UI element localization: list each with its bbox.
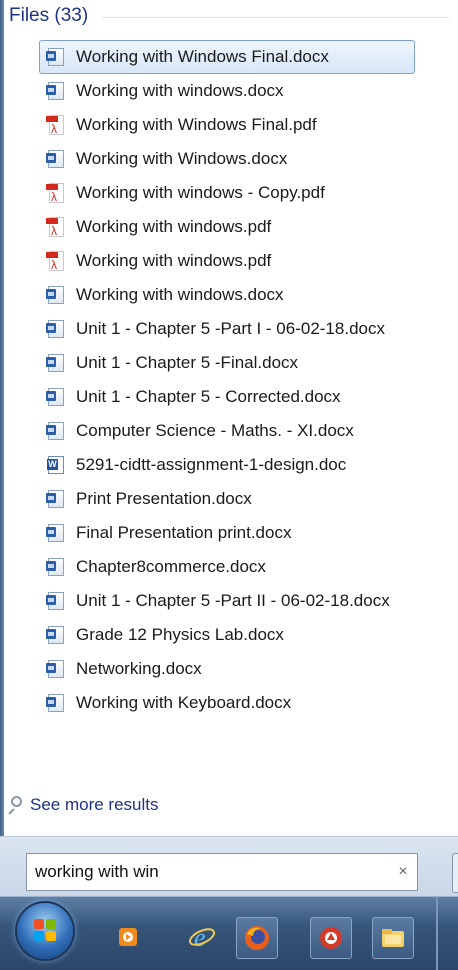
word-docx-file-icon (46, 693, 66, 713)
word-docx-file-icon (46, 387, 66, 407)
group-divider (102, 16, 449, 18)
word-docx-file-icon (46, 591, 66, 611)
result-item[interactable]: λ Working with windows.pdf (40, 244, 458, 278)
pdf-file-icon: λ (46, 183, 66, 203)
see-more-results-link[interactable]: See more results (6, 795, 159, 815)
result-item[interactable]: Unit 1 - Chapter 5 - Corrected.docx (40, 380, 458, 414)
result-label[interactable]: Chapter8commerce.docx (76, 557, 266, 577)
result-item[interactable]: λ Working with windows.pdf (40, 210, 458, 244)
files-group-header[interactable]: Files (33) (9, 2, 449, 30)
result-label[interactable]: 5291-cidtt-assignment-1-design.doc (76, 455, 346, 475)
app-icon (320, 927, 342, 949)
internet-explorer-icon: e (188, 923, 216, 952)
word-docx-file-icon (46, 523, 66, 543)
result-label[interactable]: Grade 12 Physics Lab.docx (76, 625, 284, 645)
result-item[interactable]: Chapter8commerce.docx (40, 550, 458, 584)
result-label[interactable]: Working with Windows.docx (76, 149, 287, 169)
word-docx-file-icon (46, 285, 66, 305)
results-list: Working with Windows Final.docx Working w… (39, 40, 458, 720)
word-docx-file-icon (46, 319, 66, 339)
word-docx-file-icon (46, 81, 66, 101)
result-label[interactable]: Unit 1 - Chapter 5 -Part II - 06-02-18.d… (76, 591, 390, 611)
result-label[interactable]: Networking.docx (76, 659, 202, 679)
files-group-title[interactable]: Files (33) (9, 5, 88, 27)
result-label[interactable]: Unit 1 - Chapter 5 - Corrected.docx (76, 387, 341, 407)
result-label[interactable]: Working with windows.docx (76, 81, 284, 101)
pdf-file-icon: λ (46, 115, 66, 135)
start-button[interactable] (17, 903, 73, 959)
windows-logo-icon (34, 919, 56, 941)
word-docx-file-icon (46, 47, 66, 67)
folder-icon (382, 929, 404, 947)
app-button[interactable] (310, 917, 352, 959)
result-label[interactable]: Working with windows.pdf (76, 251, 271, 271)
result-item[interactable]: λ Working with Windows Final.pdf (40, 108, 458, 142)
taskbar-edge (436, 897, 438, 970)
result-label[interactable]: Working with Windows Final.pdf (76, 115, 317, 135)
word-docx-file-icon (46, 659, 66, 679)
result-label[interactable]: Working with windows.pdf (76, 217, 271, 237)
result-label[interactable]: Working with Windows Final.docx (76, 47, 329, 67)
result-item[interactable]: Working with windows.docx (40, 74, 458, 108)
result-item[interactable]: Final Presentation print.docx (40, 516, 458, 550)
word-docx-file-icon (46, 421, 66, 441)
panel-left-edge (0, 0, 4, 896)
result-item[interactable]: Print Presentation.docx (40, 482, 458, 516)
result-label[interactable]: Working with windows - Copy.pdf (76, 183, 325, 203)
media-player-icon (119, 928, 137, 946)
see-more-results-label[interactable]: See more results (30, 795, 159, 815)
shutdown-button-edge[interactable] (452, 853, 458, 893)
search-area: × (0, 836, 458, 896)
result-item[interactable]: Computer Science - Maths. - XI.docx (40, 414, 458, 448)
result-label[interactable]: Unit 1 - Chapter 5 -Part I - 06-02-18.do… (76, 319, 385, 339)
result-label[interactable]: Print Presentation.docx (76, 489, 252, 509)
start-menu-panel: Files (33) Working with Windows Final.do… (0, 0, 458, 896)
windows-explorer-button[interactable] (372, 917, 414, 959)
word-docx-file-icon (46, 625, 66, 645)
word-doc-file-icon: W (46, 455, 66, 475)
result-item[interactable]: Working with Keyboard.docx (40, 686, 458, 720)
search-box[interactable]: × (26, 853, 418, 891)
pdf-file-icon: λ (46, 217, 66, 237)
result-label[interactable]: Computer Science - Maths. - XI.docx (76, 421, 354, 441)
firefox-icon (245, 926, 269, 950)
search-icon (6, 795, 26, 815)
firefox-button[interactable] (236, 917, 278, 959)
svg-text:e: e (194, 923, 206, 952)
result-item[interactable]: Working with windows.docx (40, 278, 458, 312)
word-docx-file-icon (46, 557, 66, 577)
search-input[interactable] (27, 856, 389, 888)
result-item[interactable]: Working with Windows.docx (40, 142, 458, 176)
result-item[interactable]: W 5291-cidtt-assignment-1-design.doc (40, 448, 458, 482)
result-item[interactable]: Working with Windows Final.docx (39, 40, 415, 74)
result-label[interactable]: Final Presentation print.docx (76, 523, 291, 543)
result-item[interactable]: Unit 1 - Chapter 5 -Part I - 06-02-18.do… (40, 312, 458, 346)
result-label[interactable]: Working with Keyboard.docx (76, 693, 291, 713)
clear-search-button[interactable]: × (389, 863, 417, 881)
word-docx-file-icon (46, 353, 66, 373)
result-item[interactable]: Grade 12 Physics Lab.docx (40, 618, 458, 652)
result-item[interactable]: Unit 1 - Chapter 5 -Final.docx (40, 346, 458, 380)
result-label[interactable]: Unit 1 - Chapter 5 -Final.docx (76, 353, 298, 373)
internet-explorer-button[interactable]: e (182, 917, 222, 957)
pdf-file-icon: λ (46, 251, 66, 271)
taskbar: e (0, 896, 458, 970)
media-player-button[interactable] (108, 917, 148, 957)
result-item[interactable]: Unit 1 - Chapter 5 -Part II - 06-02-18.d… (40, 584, 458, 618)
word-docx-file-icon (46, 489, 66, 509)
word-docx-file-icon (46, 149, 66, 169)
result-item[interactable]: Networking.docx (40, 652, 458, 686)
result-label[interactable]: Working with windows.docx (76, 285, 284, 305)
result-item[interactable]: λ Working with windows - Copy.pdf (40, 176, 458, 210)
